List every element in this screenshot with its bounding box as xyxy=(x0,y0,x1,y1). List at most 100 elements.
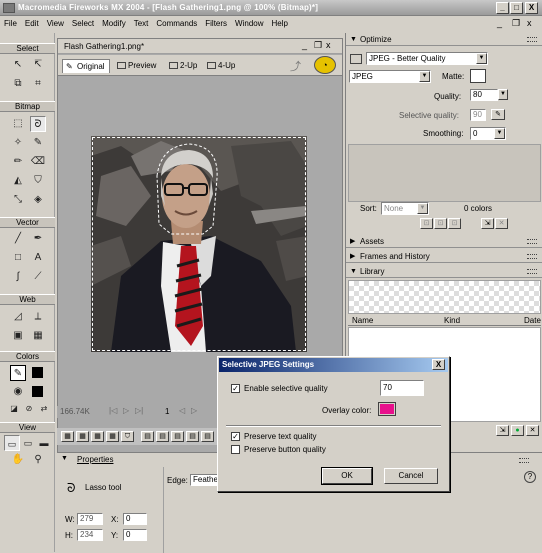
minimize-button[interactable]: _ xyxy=(496,2,509,14)
mdi-minimize-button[interactable]: _ xyxy=(497,18,502,28)
preview-in-browser-icon[interactable]: ◔ xyxy=(314,56,336,74)
doc-toolbar-btn-1[interactable]: ▦ xyxy=(61,431,74,442)
doc-toolbar-btn-9[interactable]: ▤ xyxy=(186,431,199,442)
subselect-tool-icon[interactable]: ↸ xyxy=(30,57,46,73)
last-frame-button[interactable]: ▷| xyxy=(135,406,143,415)
y-field[interactable]: 0 xyxy=(123,529,147,541)
doc-toolbar-btn-4[interactable]: ▦ xyxy=(106,431,119,442)
hide-slices-icon[interactable]: ▣ xyxy=(10,328,26,344)
fill-swatch[interactable] xyxy=(30,384,46,400)
mdi-restore-button[interactable]: ❐ xyxy=(512,18,520,29)
cancel-button[interactable]: Cancel xyxy=(384,468,438,484)
eraser-tool-icon[interactable]: ⌫ xyxy=(30,154,46,170)
sort-select[interactable]: None ▼ xyxy=(381,202,429,215)
width-field[interactable]: 279 xyxy=(77,513,103,525)
knife-tool-icon[interactable]: ⟋ xyxy=(30,269,46,285)
optimize-preset-select[interactable]: JPEG - Better Quality ▼ xyxy=(366,52,488,65)
menu-help[interactable]: Help xyxy=(268,17,292,28)
rubber-stamp-tool-icon[interactable]: ⛉ xyxy=(30,173,46,189)
pencil-tool-icon[interactable]: ✏ xyxy=(10,154,26,170)
mdi-close-button[interactable]: x xyxy=(527,18,532,28)
library-col-name[interactable]: Name xyxy=(352,316,373,325)
rectangle-tool-icon[interactable]: □ xyxy=(10,250,26,266)
properties-grip-icon[interactable] xyxy=(519,458,529,463)
delete-color-button[interactable]: ✕ xyxy=(495,218,508,229)
blur-tool-icon[interactable]: ◭ xyxy=(10,173,26,189)
preserve-text-quality-checkbox[interactable]: ✓ xyxy=(231,432,240,441)
first-frame-button[interactable]: |◁ xyxy=(109,406,117,415)
stroke-color-icon[interactable]: ✎ xyxy=(10,365,26,381)
export-format-select[interactable]: JPEG ▼ xyxy=(349,70,431,83)
ok-button[interactable]: OK xyxy=(321,467,373,485)
doc-restore-button[interactable]: ❐ xyxy=(314,40,322,51)
overlay-color-swatch[interactable] xyxy=(378,402,396,416)
fireworks-app-icon[interactable] xyxy=(3,3,15,13)
doc-toolbar-btn-6[interactable]: ▤ xyxy=(141,431,154,442)
tab-4up[interactable]: 4-Up xyxy=(204,59,240,73)
menu-commands[interactable]: Commands xyxy=(152,17,201,28)
x-field[interactable]: 0 xyxy=(123,513,147,525)
default-colors-icon[interactable]: ◪ xyxy=(6,401,22,417)
pointer-tool-icon[interactable]: ↖ xyxy=(10,57,26,73)
paint-bucket-tool-icon[interactable]: ◈ xyxy=(30,192,46,208)
selective-quality-field[interactable]: 90 xyxy=(470,109,486,121)
next-frame-button[interactable]: ▷ xyxy=(191,406,197,415)
color-edit-button-2[interactable]: ⊡ xyxy=(434,218,447,229)
lasso-tool-icon[interactable]: ᘐ xyxy=(30,116,46,132)
help-icon[interactable]: ? xyxy=(524,471,536,483)
marquee-tool-icon[interactable]: ⬚ xyxy=(10,116,26,132)
show-slices-icon[interactable]: ▦ xyxy=(30,328,46,344)
quality-field[interactable]: 80 xyxy=(470,89,498,101)
frames-history-panel-header[interactable]: ▶ Frames and History xyxy=(346,250,542,263)
hand-tool-icon[interactable]: ✋ xyxy=(10,452,26,468)
matte-color-swatch[interactable] xyxy=(470,69,486,83)
full-screen-mode-icon[interactable]: ▬ xyxy=(36,435,52,451)
optimize-panel-header[interactable]: ▼ Optimize xyxy=(346,33,542,46)
tab-original[interactable]: ✎ Original xyxy=(62,59,110,73)
optimize-options-icon[interactable] xyxy=(350,54,362,64)
standard-screen-mode-icon[interactable]: ▭ xyxy=(4,435,20,451)
text-tool-icon[interactable]: A xyxy=(30,250,46,266)
magic-wand-tool-icon[interactable]: ✧ xyxy=(10,135,26,151)
no-stroke-fill-icon[interactable]: ⊘ xyxy=(21,401,37,417)
menu-text[interactable]: Text xyxy=(130,17,153,28)
height-field[interactable]: 234 xyxy=(77,529,103,541)
color-edit-button-1[interactable]: ⊡ xyxy=(420,218,433,229)
zoom-tool-icon[interactable]: ⚲ xyxy=(30,452,46,468)
stroke-swatch[interactable] xyxy=(30,365,46,381)
doc-toolbar-btn-5[interactable]: ⛉ xyxy=(121,431,134,442)
properties-expand-icon[interactable]: ▼ xyxy=(61,455,68,462)
play-button[interactable]: ▷ xyxy=(123,406,129,415)
menu-edit[interactable]: Edit xyxy=(21,17,43,28)
doc-close-button[interactable]: x xyxy=(326,40,331,50)
menu-modify[interactable]: Modify xyxy=(98,17,130,28)
swap-colors-icon[interactable]: ⇄ xyxy=(36,401,52,417)
doc-toolbar-btn-2[interactable]: ▦ xyxy=(76,431,89,442)
menu-view[interactable]: View xyxy=(43,17,68,28)
tab-preview[interactable]: Preview xyxy=(114,59,164,73)
library-delete-button[interactable]: ✕ xyxy=(526,425,539,436)
slice-tool-icon[interactable]: ⟂ xyxy=(30,309,46,325)
edit-selective-quality-button[interactable]: ✎ xyxy=(491,109,505,120)
selective-quality-input[interactable]: 70 xyxy=(380,380,424,396)
crop-tool-icon[interactable]: ⌗ xyxy=(30,76,46,92)
full-screen-menus-mode-icon[interactable]: ▭ xyxy=(20,435,36,451)
menu-file[interactable]: File xyxy=(0,17,21,28)
maximize-button[interactable]: □ xyxy=(510,2,523,14)
hotspot-tool-icon[interactable]: ◿ xyxy=(10,309,26,325)
library-panel-header[interactable]: ▼ Library xyxy=(346,265,542,278)
enable-selective-quality-checkbox[interactable]: ✓ xyxy=(231,384,240,393)
add-color-button[interactable]: ⇲ xyxy=(481,218,494,229)
doc-toolbar-btn-8[interactable]: ▤ xyxy=(171,431,184,442)
doc-toolbar-btn-10[interactable]: ▤ xyxy=(201,431,214,442)
library-col-date[interactable]: Date xyxy=(524,316,541,325)
menu-filters[interactable]: Filters xyxy=(201,17,231,28)
library-col-kind[interactable]: Kind xyxy=(444,316,460,325)
menu-window[interactable]: Window xyxy=(231,17,267,28)
doc-toolbar-btn-3[interactable]: ▦ xyxy=(91,431,104,442)
doc-toolbar-btn-7[interactable]: ▤ xyxy=(156,431,169,442)
prev-frame-button[interactable]: ◁ xyxy=(179,406,185,415)
preserve-button-quality-checkbox[interactable] xyxy=(231,445,240,454)
library-info-icon[interactable]: ● xyxy=(511,425,524,436)
freeform-tool-icon[interactable]: ∫ xyxy=(10,269,26,285)
